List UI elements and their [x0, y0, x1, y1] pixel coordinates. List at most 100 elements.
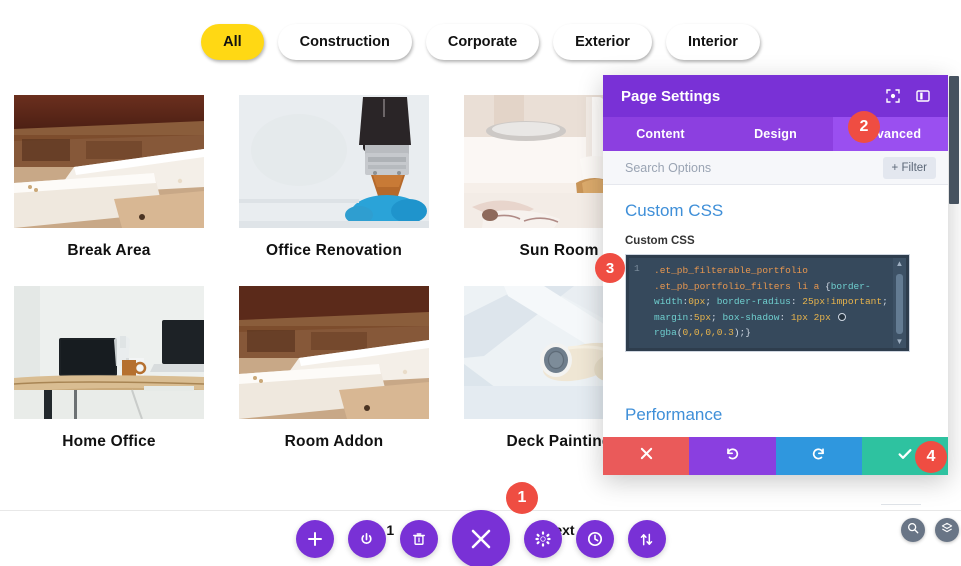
portfolio-item[interactable]: Room Addon — [239, 286, 429, 451]
step-badge-3: 3 — [595, 253, 625, 283]
power-icon — [359, 532, 374, 547]
undo-button[interactable] — [689, 437, 776, 475]
add-button[interactable] — [295, 520, 334, 558]
code-content[interactable]: .et_pb_filterable_portfolio .et_pb_portf… — [651, 258, 906, 348]
tab-label: Design — [754, 127, 797, 141]
layers-icon — [941, 521, 953, 539]
filter-pill-interior[interactable]: Interior — [665, 24, 760, 60]
history-button[interactable] — [575, 520, 614, 558]
code-line-number: 1 — [634, 263, 640, 274]
portfolio-item[interactable]: Home Office — [14, 286, 204, 451]
trash-button[interactable] — [399, 520, 438, 558]
tab-label: Content — [636, 127, 685, 141]
portfolio-item-title: Office Renovation — [265, 242, 403, 259]
css-value: 0px — [688, 296, 706, 307]
trash-icon — [412, 532, 426, 546]
css-punc: ; — [711, 311, 723, 323]
css-property: margin — [654, 311, 689, 323]
redo-button[interactable] — [775, 437, 862, 475]
portfolio-thumbnail-wood-planks[interactable] — [14, 95, 204, 228]
portfolio-item[interactable]: Break Area — [14, 95, 204, 260]
settings-button[interactable] — [523, 520, 562, 558]
check-icon — [897, 446, 913, 467]
filter-button[interactable]: + Filter — [882, 156, 936, 179]
zoom-button[interactable] — [901, 518, 925, 542]
portfolio-item-title: Break Area — [67, 242, 151, 259]
modal-body: Custom CSS Custom CSS 1 .et_pb_filterabl… — [603, 185, 948, 437]
code-scrollbar[interactable]: ▲ ▼ — [893, 258, 906, 348]
css-punc: );} — [733, 327, 751, 338]
focus-icon[interactable] — [886, 89, 900, 103]
step-badge-2: 2 — [848, 111, 880, 143]
step-badge-1: 1 — [506, 482, 538, 514]
arrows-updown-icon — [639, 532, 654, 547]
power-button[interactable] — [347, 520, 386, 558]
css-value: 25px!important — [802, 296, 883, 307]
filter-pill-label: Exterior — [575, 34, 630, 50]
modal-scrollbar[interactable] — [949, 76, 959, 400]
clock-icon — [587, 531, 603, 547]
page-root: All Construction Corporate Exterior Inte… — [0, 0, 961, 566]
code-scrollbar-thumb[interactable] — [896, 274, 903, 334]
redo-icon — [811, 446, 826, 466]
step-badge-4: 4 — [915, 441, 947, 473]
portfolio-thumbnail-wood-planks[interactable] — [239, 286, 429, 419]
zoom-icon — [907, 521, 919, 539]
modal-scrollbar-thumb[interactable] — [949, 76, 959, 204]
css-punc: : — [790, 296, 803, 307]
css-function: rgba — [654, 327, 677, 338]
css-value: 1px 2px — [790, 311, 837, 323]
filter-pill-construction[interactable]: Construction — [277, 24, 412, 60]
css-punc: ; — [705, 296, 717, 307]
modal-title: Page Settings — [621, 87, 721, 105]
plus-icon — [307, 532, 322, 546]
gear-icon — [534, 531, 551, 547]
close-button[interactable] — [451, 510, 510, 566]
layout-icon[interactable] — [916, 89, 930, 103]
css-selector: .et_pb_filterable_portfolio .et_pb_portf… — [654, 265, 826, 292]
css-value: 5px — [693, 311, 712, 323]
portfolio-grid: Break Area Office Renovation Sun Room Ho… — [14, 95, 654, 451]
layers-button[interactable] — [935, 518, 959, 542]
section-title-custom-css: Custom CSS — [625, 201, 724, 220]
portfolio-row: Break Area Office Renovation Sun Room — [14, 95, 654, 260]
sort-button[interactable] — [627, 520, 666, 558]
modal-tabs: Content Design Advanced — [603, 117, 948, 151]
portfolio-item[interactable]: Office Renovation — [239, 95, 429, 260]
code-editor-inner[interactable]: 1 .et_pb_filterable_portfolio .et_pb_por… — [629, 258, 906, 348]
cancel-button[interactable] — [603, 437, 690, 475]
custom-css-editor[interactable]: 1 .et_pb_filterable_portfolio .et_pb_por… — [625, 254, 910, 352]
builder-toolbar — [295, 510, 666, 566]
modal-header-icons — [886, 89, 930, 103]
filter-pill-exterior[interactable]: Exterior — [553, 24, 652, 60]
modal-footer — [603, 437, 948, 475]
x-icon — [470, 528, 492, 550]
x-icon — [640, 447, 653, 465]
section-title-performance[interactable]: Performance — [625, 405, 722, 425]
filter-pill-all[interactable]: All — [201, 24, 264, 60]
filter-pill-label: Interior — [687, 34, 738, 50]
filter-pill-label: Corporate — [447, 34, 518, 50]
portfolio-item-title: Home Office — [62, 433, 156, 450]
scroll-up-icon[interactable]: ▲ — [896, 260, 904, 268]
portfolio-item-title: Room Addon — [284, 433, 384, 450]
corner-divider — [881, 504, 921, 505]
portfolio-thumbnail-desk-laptops[interactable] — [14, 286, 204, 419]
portfolio-filter-bar: All Construction Corporate Exterior Inte… — [0, 24, 961, 60]
filter-pill-corporate[interactable]: Corporate — [425, 24, 540, 60]
css-value: 0,0,0,0.3 — [682, 327, 734, 338]
filter-pill-label: Construction — [299, 34, 390, 50]
search-input[interactable] — [625, 160, 875, 175]
scroll-down-icon[interactable]: ▼ — [896, 338, 904, 346]
filter-pill-label: All — [223, 34, 242, 50]
css-property: border-radius — [716, 296, 791, 307]
portfolio-thumbnail-paintbrush-glove[interactable] — [239, 95, 429, 228]
tab-design[interactable]: Design — [718, 117, 833, 151]
color-swatch-icon[interactable] — [838, 312, 847, 321]
modal-header: Page Settings — [603, 75, 948, 117]
css-punc: ; — [882, 296, 894, 307]
page-settings-modal: Page Settings Content Design Advanced Se… — [603, 75, 948, 475]
search-row: + Filter — [603, 151, 948, 185]
tab-content[interactable]: Content — [603, 117, 718, 151]
portfolio-row: Home Office Room Addon Deck Painting — [14, 286, 654, 451]
